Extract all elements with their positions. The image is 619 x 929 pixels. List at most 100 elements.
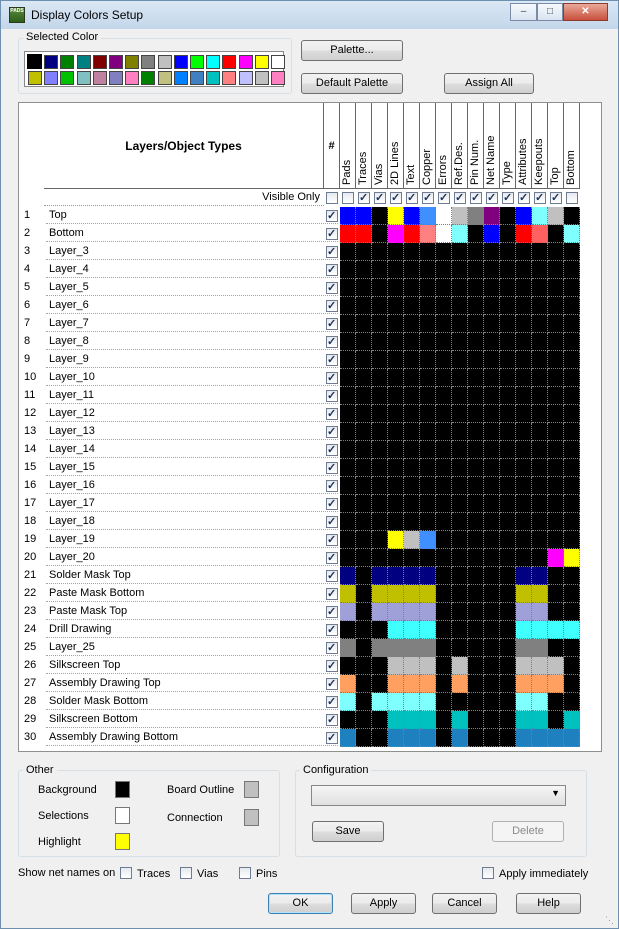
color-cell[interactable] <box>532 549 548 567</box>
color-cell[interactable] <box>436 297 452 315</box>
color-cell[interactable] <box>564 513 580 531</box>
color-cell[interactable] <box>532 567 548 585</box>
color-cell[interactable] <box>356 459 372 477</box>
layer-name[interactable]: Layer_25 <box>46 639 338 656</box>
color-cell[interactable] <box>420 585 436 603</box>
layer-visible-checkbox[interactable] <box>326 335 338 348</box>
color-cell[interactable] <box>548 477 564 495</box>
column-visible-checkbox[interactable] <box>390 191 402 204</box>
color-cell[interactable] <box>452 621 468 639</box>
color-cell[interactable] <box>548 711 564 729</box>
color-cell[interactable] <box>468 729 484 747</box>
color-cell[interactable] <box>564 459 580 477</box>
color-cell[interactable] <box>468 423 484 441</box>
color-cell[interactable] <box>516 387 532 405</box>
color-cell[interactable] <box>420 675 436 693</box>
color-cell[interactable] <box>484 657 500 675</box>
color-cell[interactable] <box>356 477 372 495</box>
layer-name[interactable]: Layer_4 <box>46 261 338 278</box>
color-cell[interactable] <box>340 693 356 711</box>
color-cell[interactable] <box>548 495 564 513</box>
color-cell[interactable] <box>532 297 548 315</box>
palette-swatch[interactable] <box>44 55 59 69</box>
color-cell[interactable] <box>484 585 500 603</box>
color-cell[interactable] <box>388 207 404 225</box>
color-cell[interactable] <box>532 657 548 675</box>
color-cell[interactable] <box>436 711 452 729</box>
palette-swatch[interactable] <box>173 71 188 85</box>
color-cell[interactable] <box>340 477 356 495</box>
color-cell[interactable] <box>564 531 580 549</box>
color-cell[interactable] <box>372 279 388 297</box>
color-cell[interactable] <box>532 387 548 405</box>
layer-visible-checkbox[interactable] <box>326 353 338 366</box>
color-cell[interactable] <box>372 711 388 729</box>
color-cell[interactable] <box>388 459 404 477</box>
color-cell[interactable] <box>500 621 516 639</box>
color-cell[interactable] <box>564 675 580 693</box>
color-cell[interactable] <box>404 711 420 729</box>
color-cell[interactable] <box>404 603 420 621</box>
color-cell[interactable] <box>484 603 500 621</box>
color-cell[interactable] <box>516 477 532 495</box>
layer-name[interactable]: Assembly Drawing Top <box>46 675 338 692</box>
color-cell[interactable] <box>564 315 580 333</box>
color-cell[interactable] <box>468 351 484 369</box>
color-cell[interactable] <box>404 423 420 441</box>
layer-name[interactable]: Silkscreen Bottom <box>46 711 338 728</box>
color-cell[interactable] <box>468 585 484 603</box>
color-cell[interactable] <box>564 477 580 495</box>
color-cell[interactable] <box>340 495 356 513</box>
color-cell[interactable] <box>388 243 404 261</box>
color-cell[interactable] <box>372 243 388 261</box>
color-cell[interactable] <box>404 207 420 225</box>
color-cell[interactable] <box>356 369 372 387</box>
color-cell[interactable] <box>532 369 548 387</box>
color-cell[interactable] <box>548 351 564 369</box>
palette-swatch[interactable] <box>141 71 156 85</box>
layer-name[interactable]: Layer_13 <box>46 423 338 440</box>
color-cell[interactable] <box>404 261 420 279</box>
palette-swatch[interactable] <box>92 71 107 85</box>
layer-visible-checkbox[interactable] <box>326 245 338 258</box>
color-cell[interactable] <box>340 657 356 675</box>
color-cell[interactable] <box>484 639 500 657</box>
color-cell[interactable] <box>420 405 436 423</box>
color-cell[interactable] <box>548 657 564 675</box>
save-button[interactable]: Save <box>312 821 384 842</box>
color-cell[interactable] <box>500 333 516 351</box>
color-cell[interactable] <box>436 675 452 693</box>
color-cell[interactable] <box>468 495 484 513</box>
color-cell[interactable] <box>564 387 580 405</box>
color-cell[interactable] <box>420 513 436 531</box>
color-cell[interactable] <box>516 657 532 675</box>
color-cell[interactable] <box>500 261 516 279</box>
color-cell[interactable] <box>484 423 500 441</box>
assign-all-button[interactable]: Assign All <box>444 73 534 94</box>
layer-name[interactable]: Layer_11 <box>46 387 338 404</box>
color-cell[interactable] <box>516 549 532 567</box>
layer-name[interactable]: Layer_15 <box>46 459 338 476</box>
color-cell[interactable] <box>484 459 500 477</box>
color-cell[interactable] <box>404 315 420 333</box>
color-cell[interactable] <box>436 531 452 549</box>
color-cell[interactable] <box>388 513 404 531</box>
color-cell[interactable] <box>452 279 468 297</box>
color-cell[interactable] <box>340 369 356 387</box>
color-cell[interactable] <box>484 711 500 729</box>
color-cell[interactable] <box>452 387 468 405</box>
color-cell[interactable] <box>404 693 420 711</box>
color-cell[interactable] <box>372 531 388 549</box>
layer-name[interactable]: Layer_12 <box>46 405 338 422</box>
color-cell[interactable] <box>436 387 452 405</box>
color-cell[interactable] <box>564 423 580 441</box>
layer-name[interactable]: Layer_9 <box>46 351 338 368</box>
color-cell[interactable] <box>548 585 564 603</box>
palette-swatch[interactable] <box>92 55 107 69</box>
color-cell[interactable] <box>516 333 532 351</box>
color-cell[interactable] <box>516 297 532 315</box>
color-cell[interactable] <box>468 243 484 261</box>
color-cell[interactable] <box>532 243 548 261</box>
color-cell[interactable] <box>500 567 516 585</box>
color-cell[interactable] <box>452 693 468 711</box>
